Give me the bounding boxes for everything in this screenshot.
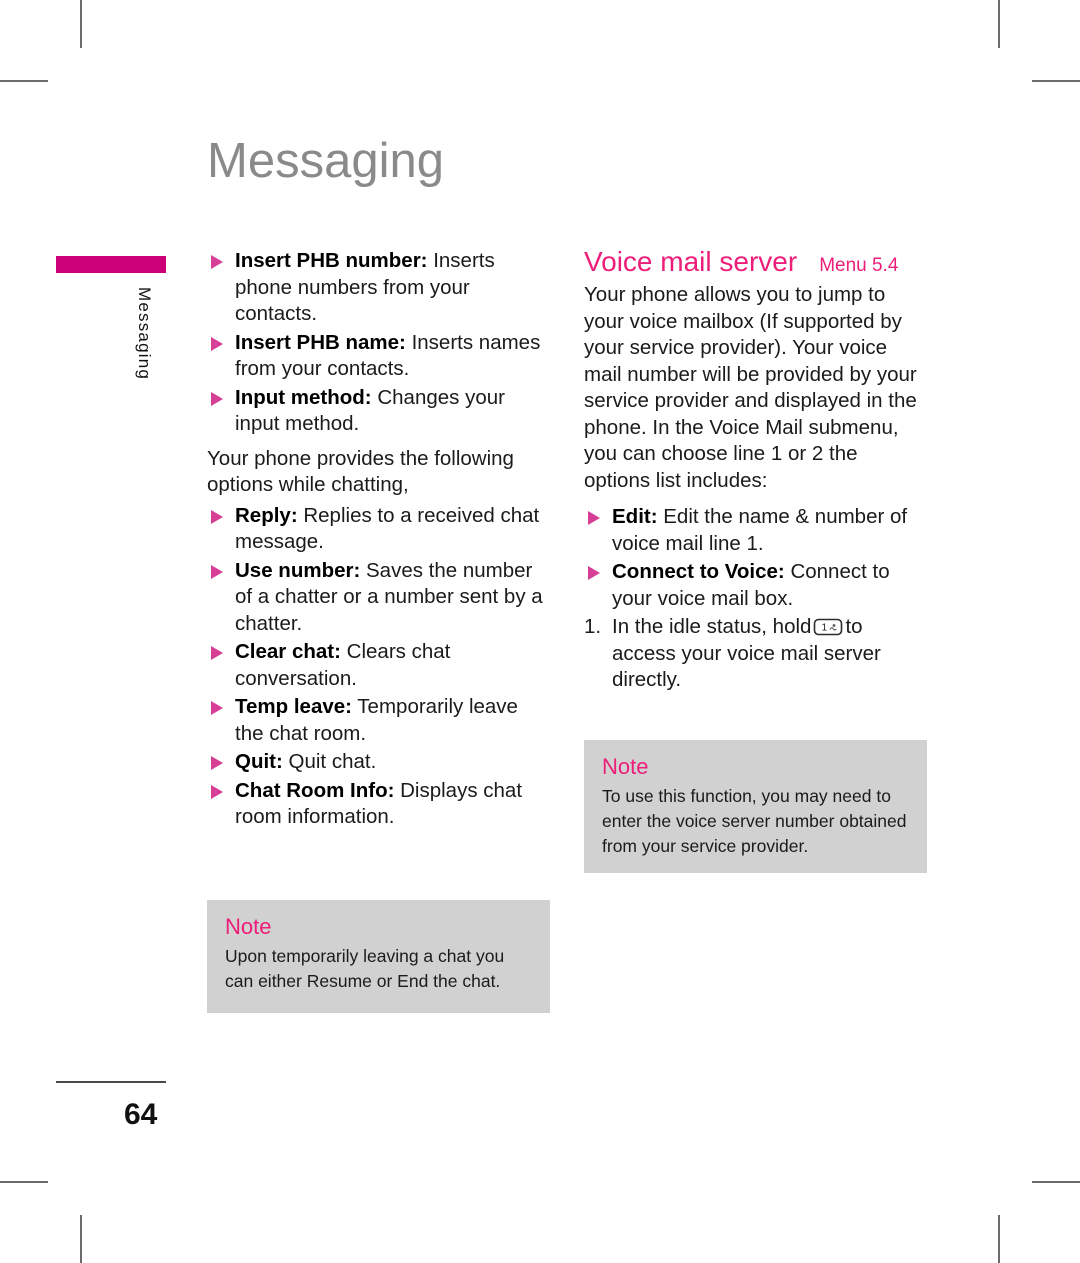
list-item-term: Edit:	[612, 505, 658, 528]
note-title: Note	[602, 754, 649, 779]
list-item-term: Connect to Voice:	[612, 560, 785, 583]
side-tab-bar	[56, 256, 166, 273]
list-item: Connect to Voice: Connect to your voice …	[584, 559, 929, 612]
crop-mark-top-right-horizontal	[1032, 80, 1080, 82]
note-box-right: Note To use this function, you may need …	[584, 740, 927, 873]
triangle-bullet-icon	[211, 509, 223, 524]
triangle-bullet-icon	[211, 391, 223, 406]
menu-reference: Menu 5.4	[819, 255, 899, 276]
right-column: Voice mail server Menu 5.4 Your phone al…	[584, 248, 929, 694]
list-item-term: Clear chat:	[235, 640, 341, 663]
list-item: Chat Room Info: Displays chat room infor…	[207, 778, 552, 831]
list-item-term: Insert PHB name:	[235, 330, 406, 354]
triangle-bullet-icon	[211, 646, 223, 660]
key-1-icon: 1	[813, 618, 843, 636]
crop-mark-top-right-vertical	[998, 0, 1000, 48]
left-column: Insert PHB number: Inserts phone numbers…	[207, 248, 552, 833]
list-item: Input method: Changes your input method.	[207, 385, 552, 438]
numbered-step: 1. In the idle status, hold 1 to access you…	[584, 614, 929, 694]
page-title: Messaging	[207, 134, 444, 188]
list-item: Edit: Edit the name & number of voice ma…	[584, 504, 929, 557]
list-item-term: Chat Room Info:	[235, 778, 395, 802]
triangle-bullet-icon	[211, 701, 223, 715]
note-box-left: Note Upon temporarily leaving a chat you…	[207, 900, 550, 1013]
section-heading: Voice mail server Menu 5.4	[584, 248, 929, 276]
footer-rule	[56, 1081, 166, 1083]
intro-paragraph: Your phone provides the following option…	[207, 446, 514, 497]
list-item-term: Insert PHB number:	[235, 249, 428, 272]
triangle-bullet-icon	[211, 784, 223, 799]
side-tab-label: Messaging	[135, 287, 154, 381]
list-item-term: Use number:	[235, 558, 361, 582]
triangle-bullet-icon	[588, 511, 600, 525]
note-title: Note	[225, 914, 272, 939]
note-body: To use this function, you may need to en…	[602, 786, 907, 856]
list-item: Quit: Quit chat.	[207, 749, 552, 776]
crop-mark-bottom-left-horizontal	[0, 1181, 48, 1183]
list-item-term: Temp leave:	[235, 695, 352, 718]
crop-mark-top-left-vertical	[80, 0, 82, 48]
list-item-term: Quit:	[235, 750, 283, 773]
list-item: Clear chat: Clears chat conversation.	[207, 639, 552, 692]
triangle-bullet-icon	[211, 255, 223, 269]
list-item: Insert PHB name: Inserts names from your…	[207, 330, 552, 383]
svg-text:1: 1	[822, 623, 828, 634]
section-title: Voice mail server	[584, 246, 798, 277]
list-item: Use number: Saves the number of a chatte…	[207, 558, 552, 638]
step-text-before: In the idle status, hold	[612, 615, 812, 638]
intro-paragraph: Your phone allows you to jump to your vo…	[584, 283, 917, 492]
crop-mark-top-left-horizontal	[0, 80, 48, 82]
list-item-term: Input method:	[235, 385, 372, 409]
list-item: Temp leave: Temporarily leave the chat r…	[207, 694, 552, 747]
note-body: Upon temporarily leaving a chat you can …	[225, 946, 505, 991]
triangle-bullet-icon	[211, 336, 223, 351]
list-item: Insert PHB number: Inserts phone numbers…	[207, 248, 552, 328]
crop-mark-bottom-right-horizontal	[1032, 1181, 1080, 1183]
list-item-term: Reply:	[235, 503, 298, 527]
list-item-desc: Quit chat.	[282, 750, 377, 773]
list-item: Reply: Replies to a received chat messag…	[207, 503, 552, 556]
triangle-bullet-icon	[211, 564, 223, 579]
step-number: 1.	[584, 615, 602, 638]
triangle-bullet-icon	[588, 566, 600, 580]
crop-mark-bottom-right-vertical	[998, 1215, 1000, 1263]
crop-mark-bottom-left-vertical	[80, 1215, 82, 1263]
triangle-bullet-icon	[211, 756, 223, 770]
page-number: 64	[124, 1098, 158, 1131]
